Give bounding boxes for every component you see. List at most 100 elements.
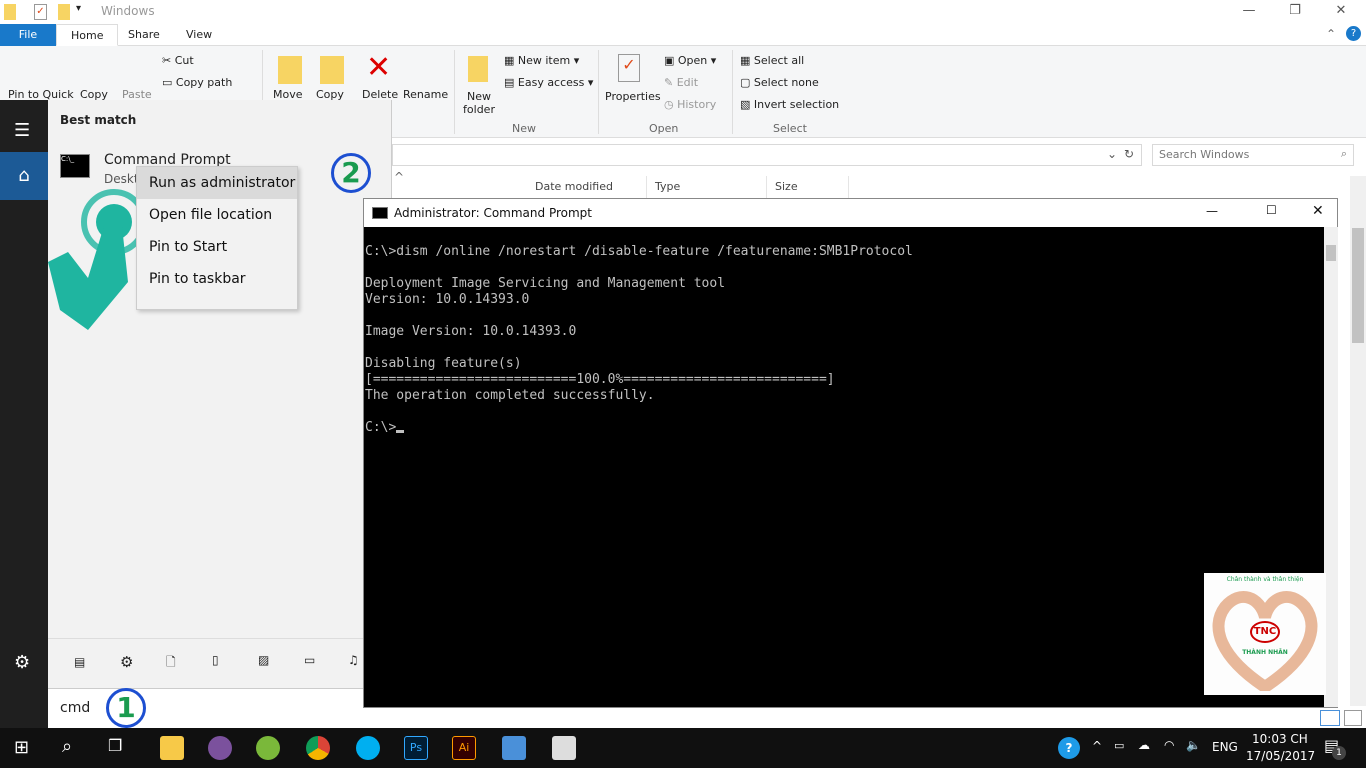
help-icon[interactable]: ? xyxy=(1058,737,1080,759)
group-label-open: Open xyxy=(649,122,679,135)
coc-coc-browser-icon[interactable] xyxy=(256,736,280,760)
documents-filter-icon[interactable]: 🗋 xyxy=(166,653,176,674)
delete-icon: ✕ xyxy=(366,50,392,85)
search-input[interactable]: Search Windows ⌕ xyxy=(1152,144,1354,166)
menu-item-pin-to-start[interactable]: Pin to Start xyxy=(137,231,297,263)
select-all-label: Select all xyxy=(753,54,805,67)
onedrive-icon[interactable]: ☁ xyxy=(1138,738,1150,752)
maximize-button[interactable]: ❐ xyxy=(1272,0,1318,24)
start-sidebar: ☰ ⌂ ⚙ xyxy=(0,100,48,728)
select-none-button[interactable]: ▢ Select none xyxy=(740,76,819,89)
explorer-scrollbar[interactable] xyxy=(1350,176,1366,706)
open-label: Open xyxy=(677,54,708,67)
clock-time[interactable]: 10:03 CH xyxy=(1252,732,1308,746)
easy-access-button[interactable]: ▤ Easy access ▾ xyxy=(504,76,593,89)
remote-desktop-icon[interactable] xyxy=(502,736,526,760)
step-1-marker: 1 xyxy=(106,688,146,728)
menu-item-open-file-location[interactable]: Open file location xyxy=(137,199,297,231)
file-explorer-icon[interactable] xyxy=(160,736,184,760)
properties-icon: ✓ xyxy=(618,54,640,82)
volume-icon[interactable]: 🔈 xyxy=(1186,738,1201,752)
collapse-ribbon-icon[interactable]: ⌃ xyxy=(1326,27,1336,41)
clock-date[interactable]: 17/05/2017 xyxy=(1246,749,1315,763)
notepad-icon[interactable] xyxy=(552,736,576,760)
language-indicator[interactable]: ENG xyxy=(1212,740,1238,754)
skype-icon[interactable] xyxy=(356,736,380,760)
scrollbar-thumb[interactable] xyxy=(1352,228,1364,343)
start-button[interactable]: ⊞ xyxy=(14,737,29,758)
copy-path-button[interactable]: ▭ Copy path xyxy=(162,76,232,89)
cmd-title-bar[interactable]: Administrator: Command Prompt — ☐ ✕ xyxy=(364,199,1337,227)
search-icon[interactable]: ⌕ xyxy=(62,736,72,757)
edit-label: Edit xyxy=(676,76,699,89)
tab-view[interactable]: View xyxy=(172,24,226,46)
best-match-heading: Best match xyxy=(60,113,137,127)
new-item-button[interactable]: ▦ New item ▾ xyxy=(504,54,579,67)
taskbar: ⊞ ⌕ ❐ Ps Ai ? ^ ▭ ☁ ◠ 🔈 ENG 10:03 CH 17/… xyxy=(0,728,1366,768)
properties-icon[interactable]: ✓ xyxy=(34,4,47,20)
edit-button[interactable]: ✎ Edit xyxy=(664,76,698,89)
cmd-minimize-button[interactable]: — xyxy=(1206,204,1218,218)
scrollbar-thumb[interactable] xyxy=(1326,245,1336,261)
cmd-close-button[interactable]: ✕ xyxy=(1312,203,1324,219)
open-button[interactable]: ▣ Open ▾ xyxy=(664,54,716,67)
music-filter-icon[interactable]: ♫ xyxy=(348,653,359,667)
task-view-icon[interactable]: ❐ xyxy=(108,736,122,755)
cmd-maximize-button[interactable]: ☐ xyxy=(1266,203,1277,217)
explorer-title-bar: ✓ ▾ Windows — ❐ ✕ xyxy=(0,0,1366,24)
photoshop-icon[interactable]: Ps xyxy=(404,736,428,760)
invert-selection-button[interactable]: ▧ Invert selection xyxy=(740,98,839,111)
history-button[interactable]: ◷ History xyxy=(664,98,716,111)
address-dropdown-icon[interactable]: ⌄ xyxy=(1107,147,1117,161)
battery-icon[interactable]: ▭ xyxy=(1114,739,1124,752)
close-button[interactable]: ✕ xyxy=(1318,0,1364,24)
viber-icon[interactable] xyxy=(208,736,232,760)
start-search-box[interactable]: cmd xyxy=(48,688,392,728)
photos-filter-icon[interactable]: ▨ xyxy=(258,653,269,667)
apps-filter-icon[interactable]: ▤ xyxy=(74,655,85,669)
select-all-button[interactable]: ▦ Select all xyxy=(740,54,804,67)
console-line: C:\> xyxy=(365,420,1324,436)
tab-file[interactable]: File xyxy=(0,24,56,46)
rename-button[interactable]: Rename xyxy=(403,88,448,101)
details-view-icon[interactable] xyxy=(1320,710,1340,726)
console-output[interactable]: C:\>dism /online /norestart /disable-fea… xyxy=(364,227,1324,707)
menu-item-pin-to-taskbar[interactable]: Pin to taskbar xyxy=(137,263,297,295)
customize-dropdown-icon[interactable]: ▾ xyxy=(76,3,81,14)
large-icons-view-icon[interactable] xyxy=(1344,710,1362,726)
cmd-scrollbar[interactable] xyxy=(1324,227,1338,707)
settings-icon[interactable]: ⚙ xyxy=(14,652,30,673)
properties-button[interactable]: Properties xyxy=(605,90,661,103)
hamburger-menu-icon[interactable]: ☰ xyxy=(14,120,30,141)
folder-icon[interactable] xyxy=(4,4,16,20)
settings-filter-icon[interactable]: ⚙ xyxy=(120,653,133,671)
address-bar[interactable]: ⌄ xyxy=(392,144,1142,166)
illustrator-icon[interactable]: Ai xyxy=(452,736,476,760)
menu-item-run-as-administrator[interactable]: Run as administrator xyxy=(137,167,297,199)
wifi-icon[interactable]: ◠ xyxy=(1164,738,1174,752)
home-icon[interactable]: ⌂ xyxy=(0,152,48,200)
cut-button[interactable]: ✂ Cut xyxy=(162,54,194,67)
move-to-icon xyxy=(278,56,302,84)
chrome-icon[interactable] xyxy=(306,736,330,760)
command-prompt-icon: C:\_ xyxy=(60,154,90,178)
tablet-filter-icon[interactable]: ▯ xyxy=(212,653,219,667)
new-folder-button[interactable]: New folder xyxy=(462,90,496,116)
column-type[interactable]: Type xyxy=(647,176,767,198)
console-line: The operation completed successfully. xyxy=(365,388,655,403)
videos-filter-icon[interactable]: ▭ xyxy=(304,653,315,667)
filter-bar: ▤ ⚙ 🗋 ▯ ▨ ▭ ♫ xyxy=(48,638,392,688)
show-hidden-icons-chevron[interactable]: ^ xyxy=(1092,739,1102,753)
tab-home[interactable]: Home xyxy=(56,24,119,46)
console-line: C:\>dism /online /norestart /disable-fea… xyxy=(365,244,913,259)
minimize-button[interactable]: — xyxy=(1226,0,1272,24)
column-date-modified[interactable]: Date modified xyxy=(527,176,647,198)
refresh-icon[interactable]: ↻ xyxy=(1124,147,1134,161)
tab-share[interactable]: Share xyxy=(114,24,174,46)
sort-chevron-icon: ^ xyxy=(394,170,405,184)
help-icon[interactable]: ? xyxy=(1346,26,1361,41)
new-folder-icon[interactable] xyxy=(58,4,70,20)
column-size[interactable]: Size xyxy=(767,176,849,198)
